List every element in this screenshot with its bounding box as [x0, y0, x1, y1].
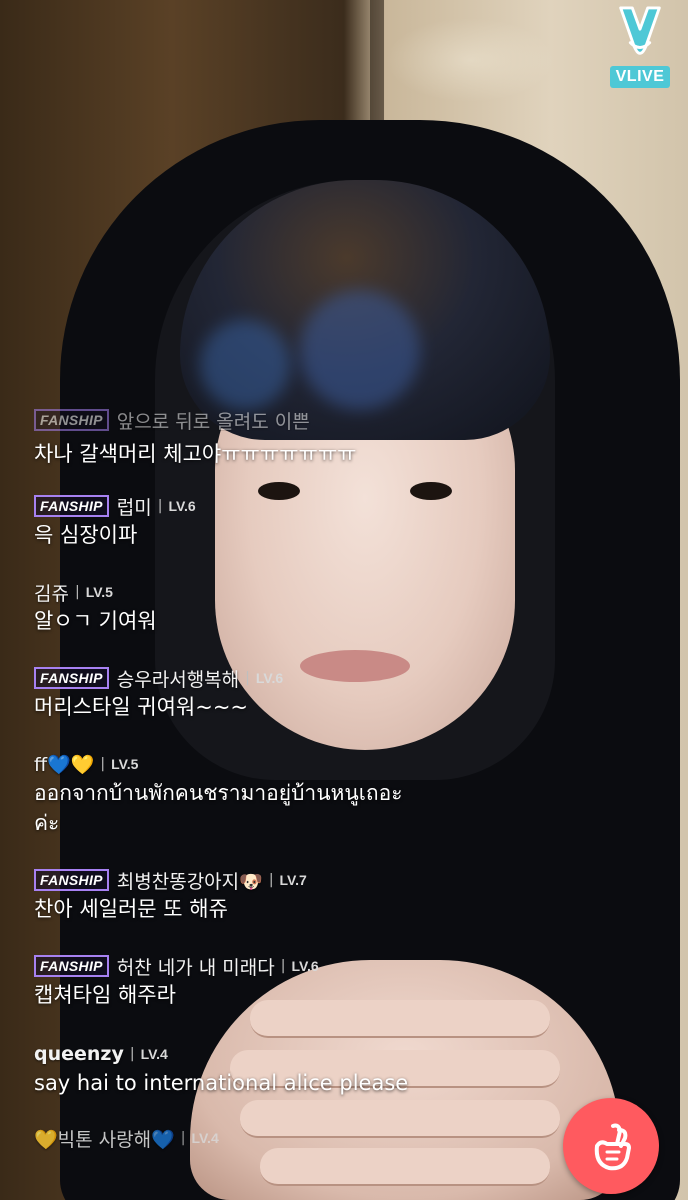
chat-text: say hai to international alice please	[34, 1071, 409, 1095]
chat-username[interactable]: 최병찬똥강아지🐶	[117, 867, 263, 894]
chat-message: 차나 갈색머리 체고야ㅠㅠㅠㅠㅠㅠㅠ	[34, 439, 594, 469]
separator: |	[245, 670, 250, 686]
fanship-badge: FANSHIP	[34, 667, 109, 689]
fanship-badge: FANSHIP	[34, 869, 109, 891]
vlive-v-logo-icon	[619, 6, 661, 55]
vlive-logo-text: VLIVE	[609, 66, 671, 88]
chat-username[interactable]: 허찬 네가 내 미래다	[117, 953, 275, 980]
fanship-badge: FANSHIP	[34, 409, 109, 431]
finger-heart-icon	[594, 1123, 631, 1171]
chat-username[interactable]: 💛빅톤 사랑해💙	[34, 1125, 175, 1152]
vlive-logo: VLIVE	[604, 4, 676, 96]
send-heart-button[interactable]	[563, 1098, 659, 1194]
chat-text: 차나 갈색머리 체고야ㅠㅠㅠㅠㅠㅠㅠ	[34, 442, 357, 466]
chat-text: ออกจากบ้านพักคนชรามาอยู่บ้านหนูเถอะ	[34, 781, 403, 805]
chat-message: FANSHIP 최병찬똥강아지🐶 | LV.7 찬아 세일러문 또 해쥬	[34, 866, 594, 924]
user-level: LV.6	[255, 670, 284, 686]
chat-text: 캡쳐타임 해주라	[34, 983, 176, 1007]
chat-message: ff💙💛 | LV.5 ออกจากบ้านพักคนชรามาอยู่บ้าน…	[34, 750, 594, 838]
fanship-badge: FANSHIP	[34, 955, 109, 977]
chat-message: FANSHIP 승우라서행복해 | LV.6 머리스타일 귀여워~~~	[34, 664, 594, 722]
user-level: LV.5	[85, 584, 113, 600]
chat-username[interactable]: 김쥬	[34, 579, 69, 606]
separator: |	[180, 1130, 186, 1146]
separator: |	[100, 756, 106, 772]
chat-username[interactable]: 앞으로 뒤로 올려도 이쁜	[117, 409, 310, 432]
chat-message: FANSHIP 허찬 네가 내 미래다 | LV.6 캡쳐타임 해주라	[34, 952, 594, 1010]
chat-text: 머리스타일 귀여워~~~	[34, 695, 249, 719]
chat-text: 윽 심장이파	[34, 523, 138, 547]
chat-message: 김쥬 | LV.5 알ㅇㄱ 기여워	[34, 578, 594, 636]
separator: |	[157, 498, 163, 514]
chat-message: 💛빅톤 사랑해💙 | LV.4	[34, 1124, 594, 1152]
user-level: LV.7	[279, 872, 307, 888]
live-chat: FANSHIP 앞으로 뒤로 올려도 이쁜 차나 갈색머리 체고야ㅠㅠㅠㅠㅠㅠㅠ…	[0, 395, 688, 1200]
fanship-badge: FANSHIP	[34, 495, 109, 517]
user-level: LV.6	[291, 958, 319, 974]
chat-username[interactable]: queenzy	[34, 1043, 124, 1065]
separator: |	[280, 958, 286, 974]
chat-username[interactable]: ff💙💛	[34, 753, 94, 776]
user-level: LV.4	[191, 1130, 219, 1146]
separator: |	[74, 584, 80, 600]
user-level: LV.5	[111, 756, 139, 772]
chat-text: 알ㅇㄱ 기여워	[34, 609, 157, 633]
separator: |	[268, 872, 274, 888]
chat-text-continued: ค่ะ	[34, 811, 60, 835]
chat-username[interactable]: 럽미	[117, 493, 152, 520]
separator: |	[129, 1046, 135, 1062]
chat-message: FANSHIP 럽미 | LV.6 윽 심장이파	[34, 492, 594, 550]
chat-username[interactable]: 승우라서행복해	[117, 665, 239, 692]
chat-message-cropped: FANSHIP 앞으로 뒤로 올려도 이쁜	[34, 409, 594, 431]
chat-message: queenzy | LV.4 say hai to international …	[34, 1040, 594, 1098]
user-level: LV.6	[168, 498, 196, 514]
user-level: LV.4	[140, 1046, 168, 1062]
chat-text: 찬아 세일러문 또 해쥬	[34, 897, 228, 921]
hair-highlight	[300, 290, 420, 410]
